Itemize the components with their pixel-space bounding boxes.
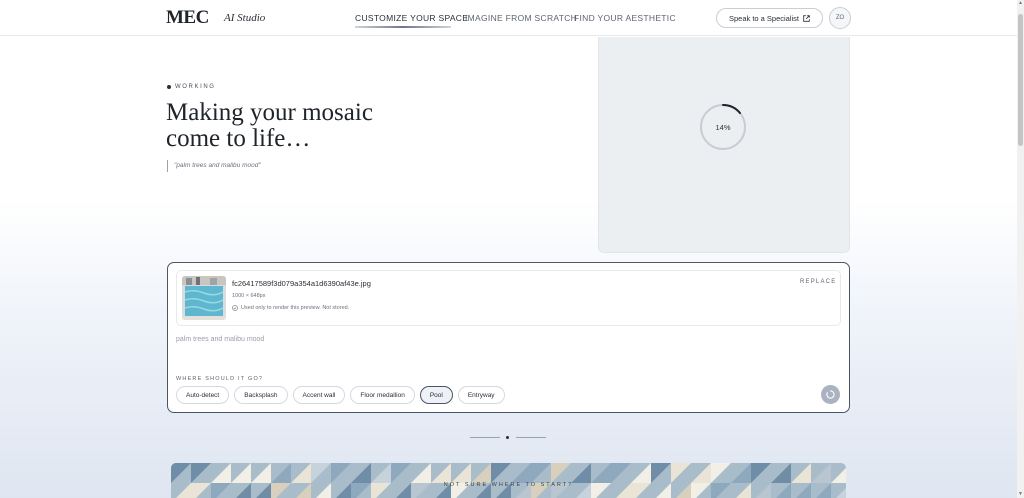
pager-dot[interactable] bbox=[506, 436, 509, 439]
privacy-note-text: Used only to render this preview. Not st… bbox=[241, 305, 350, 311]
nav-customize-your-space[interactable]: CUSTOMIZE YOUR SPACE bbox=[355, 13, 468, 23]
uploaded-filename: fc26417589f3d079a354a1d6390af43e.jpg bbox=[232, 279, 371, 288]
shield-check-icon bbox=[232, 305, 238, 311]
placement-chip-accent-wall[interactable]: Accent wall bbox=[292, 386, 346, 404]
placement-chip-floor-medallion[interactable]: Floor medallion bbox=[350, 386, 415, 404]
nav-active-underline bbox=[355, 26, 451, 28]
page-title: Making your mosaic come to life… bbox=[166, 99, 373, 152]
nav-find-your-aesthetic[interactable]: FIND YOUR AESTHETIC bbox=[574, 13, 676, 23]
image-dimensions: 1000 × 648px bbox=[232, 293, 266, 299]
scrollbar-thumb[interactable] bbox=[1018, 14, 1023, 146]
placement-chip-entryway[interactable]: Entryway bbox=[457, 386, 505, 404]
placement-chip-pool[interactable]: Pool bbox=[419, 386, 453, 404]
scroll-down-arrow-icon[interactable]: ▼ bbox=[1017, 491, 1024, 498]
status-indicator: WORKING bbox=[167, 84, 216, 90]
placement-chip-auto-detect[interactable]: Auto-detect bbox=[176, 386, 230, 404]
top-header: MEC AI Studio CUSTOMIZE YOUR SPACE IMAGI… bbox=[0, 0, 1017, 36]
brand-logo[interactable]: MEC bbox=[166, 7, 209, 29]
nav-imagine-from-scratch[interactable]: IMAGINE FROM SCRATCH bbox=[465, 13, 577, 23]
placement-chip-backsplash[interactable]: Backsplash bbox=[234, 386, 288, 404]
banner-heading: NOT SURE WHERE TO START? bbox=[443, 482, 574, 488]
placement-label: WHERE SHOULD IT GO? bbox=[176, 376, 264, 382]
prompt-input[interactable]: palm trees and malibu mood bbox=[176, 336, 264, 343]
progress-percent: 14% bbox=[715, 122, 731, 132]
speak-to-specialist-button[interactable]: Speak to a Specialist bbox=[716, 8, 823, 28]
external-link-icon bbox=[803, 14, 810, 22]
status-label: WORKING bbox=[175, 84, 216, 90]
studio-label: AI Studio bbox=[224, 12, 266, 24]
generate-button[interactable] bbox=[821, 385, 840, 404]
specialist-button-label: Speak to a Specialist bbox=[728, 13, 800, 23]
scroll-up-arrow-icon[interactable]: ▲ bbox=[1017, 0, 1024, 7]
replace-image-button[interactable]: REPLACE bbox=[800, 279, 836, 285]
mosaic-banner bbox=[171, 463, 846, 498]
placement-options: Auto-detect Backsplash Accent wall Floor… bbox=[176, 386, 505, 404]
privacy-note: Used only to render this preview. Not st… bbox=[232, 305, 349, 311]
pager-line-left bbox=[470, 437, 500, 438]
uploaded-image-thumbnail bbox=[182, 276, 226, 320]
status-dot-icon bbox=[167, 85, 171, 89]
loading-spinner-icon bbox=[826, 390, 835, 399]
pager-line-right bbox=[516, 437, 546, 438]
prompt-quote: "palm trees and malibu mood" bbox=[167, 160, 261, 172]
user-avatar[interactable]: ZO bbox=[829, 7, 851, 29]
